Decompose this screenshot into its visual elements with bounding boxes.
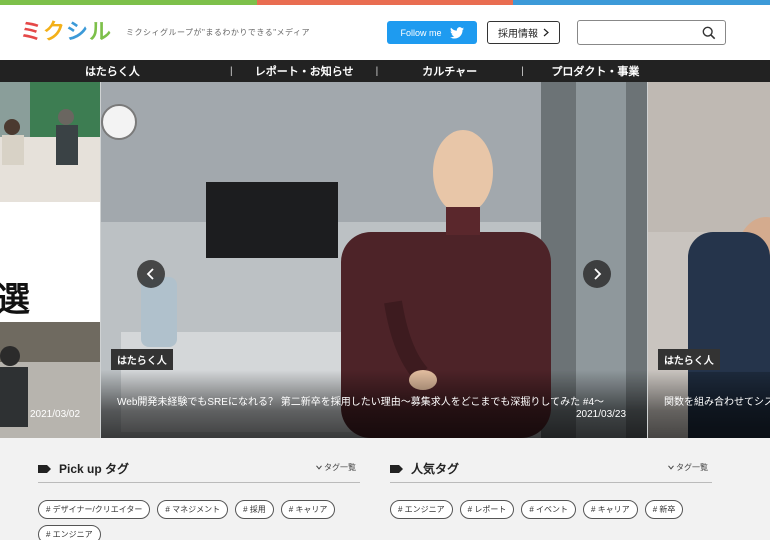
category-badge[interactable]: はたらく人 xyxy=(658,349,720,370)
tags-area: Pick up タグ タグ一覧 # デザイナー/クリエイター # マネジメント … xyxy=(0,438,770,540)
tag-pill[interactable]: # エンジニア xyxy=(38,525,101,540)
chevron-left-icon xyxy=(146,268,154,280)
search-icon[interactable] xyxy=(702,26,716,40)
recruit-info-button[interactable]: 採用情報 xyxy=(487,21,560,44)
tag-pill[interactable]: # 新卒 xyxy=(644,500,684,519)
logo-char: ル xyxy=(89,20,113,45)
tag-pill[interactable]: # キャリア xyxy=(583,500,638,519)
slide-title[interactable]: Web開発未経験でもSREになれる？ 第二新卒を採用したい理由〜募集求人をどこま… xyxy=(117,393,637,408)
tag-pill[interactable]: # 採用 xyxy=(235,500,274,519)
pickup-tag-list: # デザイナー/クリエイター # マネジメント # 採用 # キャリア # エン… xyxy=(38,500,368,540)
popular-tag-list: # エンジニア # レポート # イベント # キャリア # 新卒 xyxy=(390,500,720,519)
category-badge[interactable]: はたらく人 xyxy=(111,349,173,370)
search-box xyxy=(577,20,726,45)
tag-pill[interactable]: # レポート xyxy=(459,500,515,519)
logo-char: ク xyxy=(43,20,67,45)
slide-photo-prev xyxy=(0,82,100,438)
recruit-label: 採用情報 xyxy=(498,29,538,40)
tag-list-label: タグ一覧 xyxy=(324,463,356,472)
tag-pill[interactable]: # イベント xyxy=(521,500,577,519)
pickup-tags-heading: Pick up タグ xyxy=(38,460,129,477)
nav-item-product[interactable]: プロダクト・事業 xyxy=(524,63,667,79)
nav-item-report[interactable]: レポート・お知らせ xyxy=(233,63,376,79)
site-logo[interactable]: ミ ク シ ル xyxy=(20,18,112,46)
chevron-down-icon xyxy=(667,465,674,470)
nav-item-hataraku[interactable]: はたらく人 xyxy=(0,63,230,79)
divider xyxy=(38,482,360,483)
site-header: ミ ク シ ル ミクシィグループが"まるわかりできる"メディア Follow m… xyxy=(0,5,770,60)
slide-title[interactable]: 関数を組み合わせてシス xyxy=(664,393,770,408)
slide-date: 2021/03/23 xyxy=(576,409,627,420)
logo-char: シ xyxy=(66,20,90,45)
chevron-right-icon xyxy=(543,28,549,37)
nav-separator: | xyxy=(375,65,379,77)
chevron-right-icon xyxy=(594,268,602,280)
carousel-slide-next[interactable]: はたらく人 関数を組み合わせてシス xyxy=(648,82,770,438)
main-nav: はたらく人 | レポート・お知らせ | カルチャー | プロダクト・事業 xyxy=(0,60,770,82)
slide-date: 2021/03/02 xyxy=(30,409,81,420)
logo-char: ミ xyxy=(20,20,44,45)
tag-list-link[interactable]: タグ一覧 xyxy=(315,462,356,473)
site-tagline: ミクシィグループが"まるわかりできる"メディア xyxy=(126,28,310,37)
follow-label: Follow me xyxy=(400,27,442,38)
hero-carousel: 選 2021/03/02 はたらく人 Web開発未経験でもSREになれる？ 第二… xyxy=(0,82,770,438)
tag-pill[interactable]: # キャリア xyxy=(280,500,336,519)
search-input[interactable] xyxy=(584,21,704,43)
nav-item-culture[interactable]: カルチャー xyxy=(378,63,521,79)
popular-heading-label: 人気タグ xyxy=(411,462,460,476)
divider xyxy=(390,482,712,483)
nav-separator: | xyxy=(521,65,524,77)
tag-pill[interactable]: # デザイナー/クリエイター xyxy=(38,500,151,519)
slide-heading-char: 選 xyxy=(0,280,30,320)
tag-icon xyxy=(390,464,403,473)
tag-list-label: タグ一覧 xyxy=(676,463,708,472)
tag-list-link[interactable]: タグ一覧 xyxy=(667,462,708,473)
popular-tags-heading: 人気タグ xyxy=(390,460,459,477)
twitter-bird-icon xyxy=(449,26,464,39)
carousel-next-button[interactable] xyxy=(583,260,611,288)
tag-pill[interactable]: # エンジニア xyxy=(390,500,453,519)
pickup-heading-label: Pick up タグ xyxy=(59,462,130,476)
carousel-slide-prev[interactable]: 選 2021/03/02 xyxy=(0,82,100,438)
carousel-prev-button[interactable] xyxy=(137,260,165,288)
tag-pill[interactable]: # マネジメント xyxy=(157,500,229,519)
carousel-slide-current[interactable]: はたらく人 Web開発未経験でもSREになれる？ 第二新卒を採用したい理由〜募集… xyxy=(101,82,647,438)
chevron-down-icon xyxy=(315,465,322,470)
nav-separator: | xyxy=(230,65,233,77)
tag-icon xyxy=(38,464,51,473)
twitter-follow-button[interactable]: Follow me xyxy=(387,21,477,44)
